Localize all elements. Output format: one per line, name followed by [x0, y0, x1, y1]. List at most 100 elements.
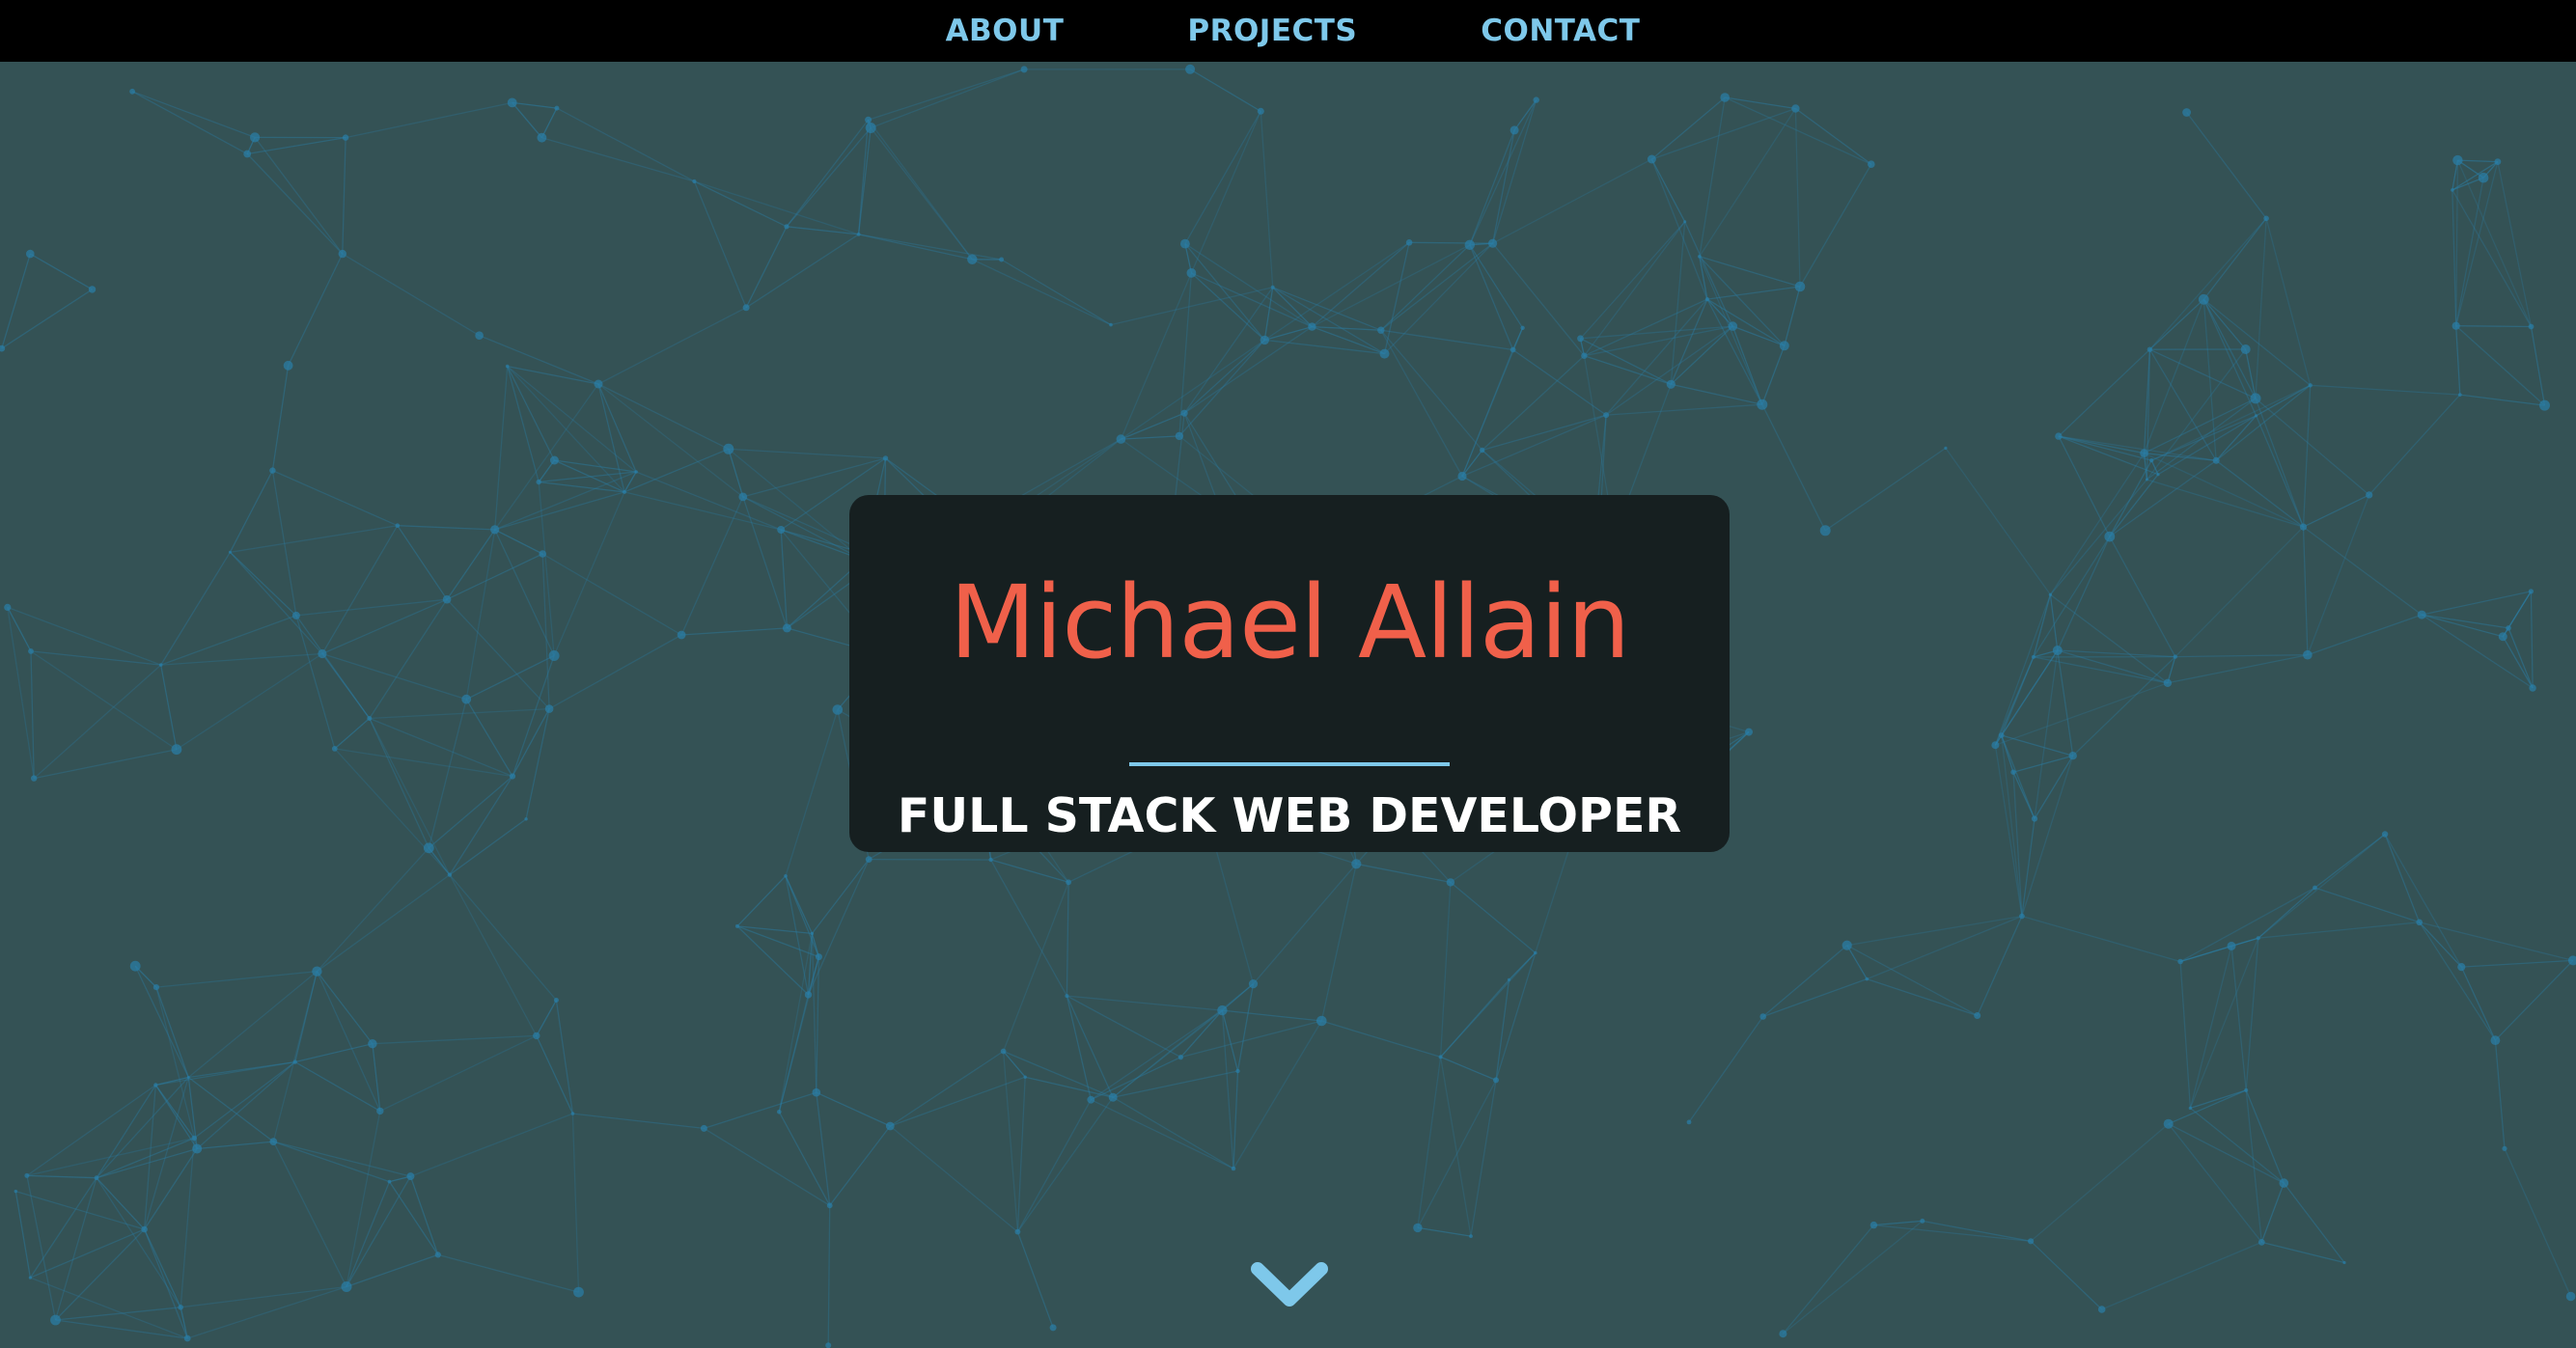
network-line — [1606, 403, 1762, 416]
network-node — [406, 1172, 415, 1181]
network-node — [1257, 107, 1264, 115]
network-node — [865, 116, 873, 124]
network-line — [1699, 256, 1786, 346]
network-node — [1974, 1012, 1981, 1019]
network-line — [2494, 1040, 2506, 1149]
network-line — [247, 136, 346, 155]
network-line — [1580, 325, 1733, 340]
network-node — [509, 773, 516, 780]
nav-link-about[interactable]: ABOUT — [884, 14, 1126, 48]
network-node — [153, 1083, 158, 1087]
network-node — [2019, 913, 2025, 920]
network-line — [465, 529, 496, 700]
network-line — [1002, 882, 1069, 1052]
network-line — [134, 965, 189, 1078]
network-line — [1699, 96, 1726, 257]
network-line — [229, 551, 323, 654]
network-node — [341, 1281, 352, 1292]
network-node — [2457, 963, 2466, 972]
nav-link-contact[interactable]: CONTACT — [1419, 14, 1702, 48]
network-node — [734, 923, 739, 928]
chevron-down-icon[interactable] — [1248, 1257, 1331, 1311]
network-node — [158, 663, 163, 667]
network-line — [180, 1285, 347, 1308]
network-line — [2245, 1089, 2262, 1243]
network-line — [2257, 922, 2420, 939]
network-line — [2174, 526, 2304, 658]
network-node — [2528, 323, 2534, 330]
network-line — [2303, 526, 2423, 616]
network-line — [2455, 178, 2484, 326]
network-line — [512, 101, 557, 109]
network-line — [410, 1113, 573, 1177]
network-node — [178, 1305, 183, 1310]
network-line — [785, 875, 820, 957]
network-line — [1233, 1020, 1322, 1169]
network-line — [2245, 938, 2259, 1090]
network-node — [1683, 220, 1687, 224]
network-node — [2257, 1239, 2265, 1246]
network-node — [88, 286, 97, 293]
network-line — [1795, 107, 1872, 165]
network-node — [94, 1175, 99, 1181]
network-line — [2504, 1148, 2572, 1297]
network-line — [1016, 1099, 1092, 1232]
network-node — [1351, 859, 1362, 869]
network-line — [176, 652, 323, 751]
network-node — [1469, 1234, 1473, 1238]
network-line — [1112, 1096, 1234, 1169]
network-node — [228, 550, 232, 554]
network-line — [388, 1181, 439, 1255]
network-node — [738, 492, 748, 502]
network-node — [1175, 431, 1184, 441]
network-line — [990, 859, 1069, 883]
network-line — [15, 1190, 145, 1230]
network-node — [2529, 684, 2536, 692]
network-line — [1495, 952, 1537, 1081]
network-node — [2313, 885, 2317, 891]
network-line — [1417, 1057, 1442, 1228]
network-node — [283, 360, 293, 371]
network-line — [294, 1043, 374, 1063]
network-node — [269, 1138, 278, 1145]
network-node — [2506, 625, 2511, 631]
network-line — [2419, 922, 2462, 968]
network-line — [1409, 241, 1493, 244]
network-node — [2177, 958, 2183, 965]
network-node — [865, 123, 876, 133]
network-line — [2058, 435, 2111, 537]
network-line — [321, 652, 467, 701]
network-line — [30, 1228, 145, 1279]
network-line — [342, 137, 346, 255]
network-line — [2030, 1240, 2103, 1310]
network-node — [1794, 281, 1806, 292]
network-line — [1, 289, 93, 349]
network-line — [372, 1034, 537, 1045]
network-node — [1270, 285, 1275, 289]
network-node — [826, 1202, 833, 1209]
network-line — [2179, 887, 2315, 963]
network-node — [50, 1314, 61, 1326]
network-line — [890, 1076, 1026, 1127]
network-line — [704, 1127, 831, 1206]
network-line — [786, 127, 872, 228]
network-node — [1865, 977, 1870, 981]
network-node — [1217, 1004, 1228, 1016]
network-node — [810, 931, 815, 936]
network-line — [2455, 325, 2532, 328]
nav-link-projects[interactable]: PROJECTS — [1125, 14, 1419, 48]
network-node — [1109, 322, 1113, 327]
network-node — [1868, 160, 1875, 168]
network-node — [1704, 297, 1709, 302]
network-line — [1253, 863, 1357, 985]
network-node — [2198, 293, 2209, 305]
network-line — [2494, 959, 2574, 1041]
network-line — [155, 986, 189, 1078]
network-line — [2457, 159, 2498, 163]
network-line — [446, 553, 543, 600]
network-line — [1469, 99, 1537, 246]
network-line — [2421, 614, 2534, 689]
network-line — [1580, 221, 1686, 340]
network-line — [2021, 756, 2074, 917]
network-line — [972, 259, 1112, 326]
